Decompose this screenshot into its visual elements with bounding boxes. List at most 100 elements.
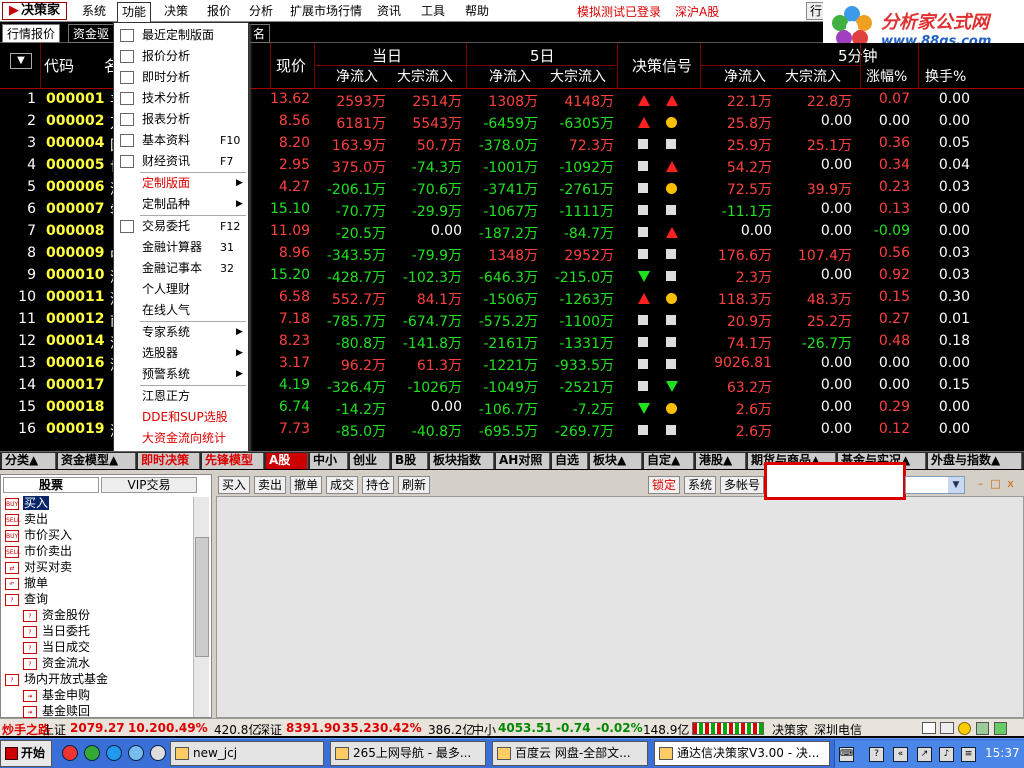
start-button[interactable]: 开始 bbox=[0, 740, 52, 767]
keyboard-icon[interactable]: ⌨ bbox=[839, 747, 854, 762]
trade-toolbar-button-0[interactable]: 买入 bbox=[218, 476, 251, 494]
sheet-tab-1[interactable]: 资金模型▲ bbox=[58, 453, 136, 469]
tree-item-6[interactable]: ? 查询 bbox=[5, 591, 49, 607]
chevron-down-icon[interactable]: ▼ bbox=[948, 477, 964, 493]
menu-6[interactable]: 资讯 bbox=[373, 2, 405, 20]
trade-toolbar-right-button-1[interactable]: 系统 bbox=[684, 476, 717, 494]
sheet-tab-4[interactable]: A股 bbox=[266, 453, 308, 469]
menu-item-8[interactable]: 定制品种 ▶ bbox=[114, 194, 248, 215]
quicklaunch-icon-2[interactable] bbox=[84, 745, 100, 761]
menu-item-16[interactable]: 预警系统 ▶ bbox=[114, 364, 248, 385]
trade-toolbar-button-4[interactable]: 持仓 bbox=[362, 476, 395, 494]
col-5min-block[interactable]: 大宗流入 bbox=[785, 66, 841, 86]
tree-item-13[interactable]: ➔ 基金赎回 bbox=[23, 703, 91, 719]
menu-item-3[interactable]: 技术分析 bbox=[114, 88, 248, 109]
task-new-jcj[interactable]: new_jcj bbox=[170, 741, 324, 766]
trade-toolbar-button-2[interactable]: 撤单 bbox=[290, 476, 323, 494]
menu-item-17[interactable]: 江恩正方 bbox=[114, 386, 248, 407]
tree-item-7[interactable]: ? 资金股份 bbox=[23, 607, 91, 623]
menu-4[interactable]: 分析 bbox=[245, 2, 277, 20]
tree-item-8[interactable]: ? 当日委托 bbox=[23, 623, 91, 639]
sheet-tab-3[interactable]: 先锋模型 bbox=[202, 453, 264, 469]
quicklaunch-icon-1[interactable] bbox=[62, 745, 78, 761]
menu-item-6[interactable]: 财经资讯 F7 bbox=[114, 151, 248, 172]
menu-item-19[interactable]: 大资金流向统计 bbox=[114, 428, 248, 449]
col-code[interactable]: 代码 bbox=[44, 55, 74, 76]
menu-item-0[interactable]: 最近定制版面 bbox=[114, 25, 248, 46]
task-baidu-cloud[interactable]: 百度云 网盘-全部文... bbox=[492, 741, 648, 766]
sheet-tab-10[interactable]: 自选 bbox=[552, 453, 588, 469]
expand-icon[interactable]: « bbox=[893, 747, 908, 762]
network-icon[interactable]: ≡ bbox=[961, 747, 976, 762]
tree-item-1[interactable]: SELL 卖出 bbox=[5, 511, 49, 527]
sheet-tab-5[interactable]: 中小 bbox=[310, 453, 348, 469]
sheet-tab-13[interactable]: 港股▲ bbox=[696, 453, 746, 469]
tree-scrollbar[interactable] bbox=[193, 497, 209, 717]
message-icon[interactable] bbox=[940, 722, 954, 734]
sheet-tab-16[interactable]: 外盘与指数▲ bbox=[928, 453, 1022, 469]
smile-icon[interactable] bbox=[958, 722, 971, 735]
help-icon[interactable]: ? bbox=[869, 747, 884, 762]
close-button[interactable]: x bbox=[1004, 478, 1017, 491]
tab-capital[interactable]: 资金驱 bbox=[68, 24, 115, 43]
tab-vip-trade[interactable]: VIP交易 bbox=[101, 477, 197, 493]
trade-toolbar-button-5[interactable]: 刷新 bbox=[398, 476, 431, 494]
menu-5[interactable]: 扩展市场行情 bbox=[286, 2, 366, 20]
sheet-tab-8[interactable]: 板块指数 bbox=[430, 453, 494, 469]
account-highlight-box[interactable] bbox=[764, 462, 906, 500]
menu-item-11[interactable]: 金融记事本 32 bbox=[114, 258, 248, 279]
tree-item-5[interactable]: ↶ 撤单 bbox=[5, 575, 49, 591]
col-today-block[interactable]: 大宗流入 bbox=[397, 66, 453, 86]
mail-icon[interactable] bbox=[922, 722, 936, 734]
sheet-tab-0[interactable]: 分类▲ bbox=[2, 453, 56, 469]
ie-icon[interactable] bbox=[128, 745, 144, 761]
sheet-tab-12[interactable]: 自定▲ bbox=[644, 453, 694, 469]
sheet-tab-6[interactable]: 创业 bbox=[350, 453, 390, 469]
col-5day-block[interactable]: 大宗流入 bbox=[550, 66, 606, 86]
menu-item-10[interactable]: 金融计算器 31 bbox=[114, 237, 248, 258]
menu-0[interactable]: 系统 bbox=[78, 2, 110, 20]
sort-toggle-button[interactable]: ▼ bbox=[10, 53, 32, 69]
tree-item-0[interactable]: BUY 买入 bbox=[5, 495, 50, 511]
tree-item-9[interactable]: ? 当日成交 bbox=[23, 639, 91, 655]
menu-7[interactable]: 工具 bbox=[417, 2, 449, 20]
trade-toolbar-right-button-0[interactable]: 锁定 bbox=[648, 476, 681, 494]
col-turnover-pct[interactable]: 换手% bbox=[925, 66, 966, 86]
menu-3[interactable]: 报价 bbox=[203, 2, 235, 20]
connection-icon[interactable] bbox=[994, 722, 1007, 735]
tree-item-10[interactable]: ? 资金流水 bbox=[23, 655, 91, 671]
menu-item-15[interactable]: 选股器 ▶ bbox=[114, 343, 248, 364]
tree-item-12[interactable]: ➔ 基金申购 bbox=[23, 687, 91, 703]
menu-item-4[interactable]: 报表分析 bbox=[114, 109, 248, 130]
menu-1[interactable]: 功能 bbox=[117, 2, 152, 23]
tab-quote[interactable]: 行情报价 bbox=[2, 24, 61, 43]
volume-icon[interactable]: ♪ bbox=[939, 747, 954, 762]
menu-item-9[interactable]: 交易委托 F12 bbox=[114, 216, 248, 237]
col-5day-net[interactable]: 净流入 bbox=[489, 66, 531, 86]
trade-toolbar-button-3[interactable]: 成交 bbox=[326, 476, 359, 494]
tree-item-3[interactable]: SELL 市价卖出 bbox=[5, 543, 73, 559]
tree-item-4[interactable]: ⇄ 对买对卖 bbox=[5, 559, 73, 575]
tree-item-11[interactable]: ? 场内开放式基金 bbox=[5, 671, 109, 687]
maximize-button[interactable]: □ bbox=[989, 478, 1002, 491]
trade-toolbar-button-1[interactable]: 卖出 bbox=[254, 476, 287, 494]
col-price[interactable]: 现价 bbox=[276, 55, 306, 76]
menu-item-2[interactable]: 即时分析 bbox=[114, 67, 248, 88]
signal-icon[interactable] bbox=[976, 722, 989, 735]
menu-item-5[interactable]: 基本资料 F10 bbox=[114, 130, 248, 151]
menu-item-18[interactable]: DDE和SUP选股 bbox=[114, 407, 248, 428]
tree-item-2[interactable]: BUY 市价买入 bbox=[5, 527, 73, 543]
col-change-pct[interactable]: 涨幅% bbox=[866, 66, 907, 86]
tab-third[interactable]: 名 bbox=[248, 24, 271, 43]
sheet-tab-7[interactable]: B股 bbox=[392, 453, 428, 469]
quicklaunch-icon-3[interactable] bbox=[106, 745, 122, 761]
sheet-tab-9[interactable]: AH对照 bbox=[496, 453, 550, 469]
desktop-icon[interactable] bbox=[150, 745, 166, 761]
menu-item-7[interactable]: 定制版面 ▶ bbox=[114, 173, 248, 194]
menu-item-12[interactable]: 个人理财 bbox=[114, 279, 248, 300]
task-tdx-jcj[interactable]: 通达信决策家V3.00 - 决... bbox=[654, 741, 830, 766]
menu-item-1[interactable]: 报价分析 bbox=[114, 46, 248, 67]
trade-toolbar-right-button-2[interactable]: 多帐号 bbox=[720, 476, 765, 494]
arrow-icon[interactable]: ↗ bbox=[917, 747, 932, 762]
col-today-net[interactable]: 净流入 bbox=[336, 66, 378, 86]
